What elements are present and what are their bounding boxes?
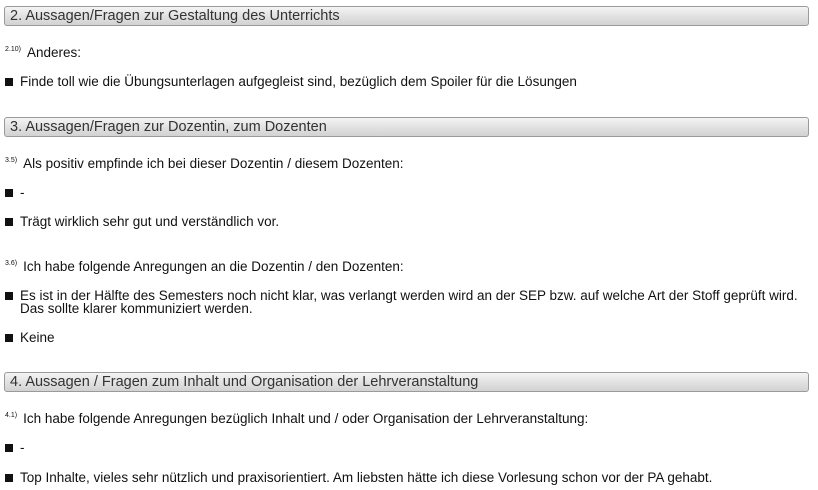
answer-text: -	[20, 440, 25, 455]
list-item: Es ist in der Hälfte des Semesters noch …	[5, 289, 805, 315]
question: 4.1) Ich habe folgende Anregungen bezügli…	[5, 411, 588, 426]
bullet-icon	[5, 334, 13, 342]
answer-text: Finde toll wie die Übungsunterlagen aufg…	[20, 74, 577, 89]
list-item: Keine	[5, 331, 805, 344]
question: 3.6) Ich habe folgende Anregungen an die …	[5, 259, 404, 274]
question-number: 3.5)	[5, 157, 18, 164]
question-number: 4.1)	[5, 412, 18, 419]
section-header: 2. Aussagen/Fragen zur Gestaltung des Un…	[4, 6, 809, 26]
question: 2.10) Anderes:	[5, 45, 81, 60]
list-item: -	[5, 441, 805, 454]
answer-text: Es ist in der Hälfte des Semesters noch …	[20, 288, 798, 316]
question-number: 3.6)	[5, 260, 18, 267]
list-item: Trägt wirklich sehr gut und verständlich…	[5, 215, 805, 228]
question-text: Ich habe folgende Anregungen bezüglich I…	[23, 411, 589, 426]
answer-text: Keine	[20, 330, 55, 345]
list-item: Top Inhalte, vieles sehr nützlich und pr…	[5, 471, 805, 484]
answer-text: Trägt wirklich sehr gut und verständlich…	[20, 214, 280, 229]
question: 3.5) Als positiv empfinde ich bei dieser …	[5, 156, 404, 171]
list-item: Finde toll wie die Übungsunterlagen aufg…	[5, 75, 805, 88]
answer-text: Top Inhalte, vieles sehr nützlich und pr…	[20, 470, 713, 485]
section-header: 3. Aussagen/Fragen zur Dozentin, zum Doz…	[4, 117, 809, 137]
answer-text: -	[20, 185, 25, 200]
bullet-icon	[5, 189, 13, 197]
section-header: 4. Aussagen / Fragen zum Inhalt und Orga…	[4, 372, 809, 392]
bullet-icon	[5, 444, 13, 452]
bullet-icon	[5, 292, 13, 300]
bullet-icon	[5, 218, 13, 226]
question-number: 2.10)	[5, 46, 21, 53]
question-text: Als positiv empfinde ich bei dieser Doze…	[23, 156, 404, 171]
bullet-icon	[5, 78, 13, 86]
bullet-icon	[5, 474, 13, 482]
list-item: -	[5, 186, 805, 199]
question-text: Ich habe folgende Anregungen an die Doze…	[23, 259, 404, 274]
question-text: Anderes:	[26, 45, 82, 60]
